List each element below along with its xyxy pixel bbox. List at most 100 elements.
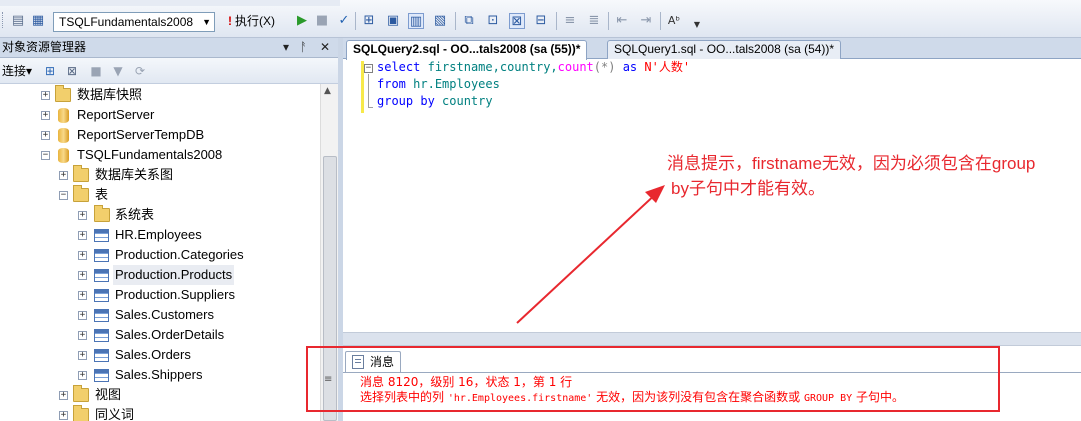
expand-icon[interactable]: +: [41, 111, 50, 120]
tree-node[interactable]: + Production.Products: [0, 265, 320, 285]
toolbar-overflow-icon[interactable]: ▼: [689, 17, 705, 33]
expand-icon[interactable]: +: [78, 271, 87, 280]
play-icon[interactable]: ▶: [294, 13, 310, 29]
execute-label: 执行(X): [235, 14, 275, 28]
tree-node[interactable]: + Production.Categories: [0, 245, 320, 265]
expand-icon[interactable]: +: [59, 411, 68, 420]
results-splitter[interactable]: [343, 332, 1081, 346]
tree-node[interactable]: + Production.Suppliers: [0, 285, 320, 305]
tree-node[interactable]: + 同义词: [0, 405, 320, 421]
tree-node-label: Sales.Orders: [115, 347, 191, 362]
database-icon: [58, 128, 69, 143]
scroll-up-icon[interactable]: ▲: [324, 86, 331, 96]
database-name: TSQLFundamentals2008: [59, 15, 194, 29]
object-explorer-tree: + 数据库快照 + ReportServer + ReportServerTempDB − T…: [0, 84, 320, 421]
expand-icon[interactable]: +: [78, 331, 87, 340]
refresh-icon[interactable]: ⟳: [132, 63, 148, 79]
table-icon: [94, 269, 109, 282]
collapse-icon[interactable]: −: [41, 151, 50, 160]
expand-icon[interactable]: +: [78, 251, 87, 260]
folder-icon: [94, 205, 110, 222]
expand-icon[interactable]: +: [78, 211, 87, 220]
stop-icon[interactable]: ■: [314, 13, 330, 29]
uncomment-icon[interactable]: ≣: [586, 13, 602, 29]
execute-button[interactable]: ! 执行(X): [228, 13, 275, 29]
window-position-icon[interactable]: ▾: [283, 38, 289, 57]
document-tabs: SQLQuery2.sql - OO...tals2008 (sa (55))*…: [343, 38, 1081, 60]
close-icon[interactable]: ✕: [320, 38, 330, 57]
connect-engine-icon[interactable]: ⊞: [42, 63, 58, 79]
disconnect-icon[interactable]: ⊠: [64, 63, 80, 79]
tree-node-label: Sales.OrderDetails: [115, 327, 225, 342]
database-icon: [58, 108, 69, 123]
tree-node[interactable]: + Sales.Orders: [0, 345, 320, 365]
available-databases-select[interactable]: TSQLFundamentals2008 ▼: [53, 12, 215, 32]
tree-node-label: HR.Employees: [115, 227, 202, 242]
query-options-icon[interactable]: ▤: [10, 13, 26, 29]
client-stats-icon[interactable]: ⊠: [509, 13, 525, 29]
filter-icon[interactable]: ▼: [110, 63, 126, 79]
display-plan-icon[interactable]: ⧉: [461, 13, 477, 29]
tree-node[interactable]: + 数据库快照: [0, 85, 320, 105]
table-icon: [94, 249, 109, 262]
tree-node[interactable]: − TSQLFundamentals2008: [0, 145, 320, 165]
tree-node-label: ReportServer: [77, 107, 155, 122]
tree-node-label: 数据库快照: [77, 87, 143, 102]
results-grid-icon[interactable]: ▥: [408, 13, 424, 29]
expand-icon[interactable]: +: [59, 391, 68, 400]
include-plan-icon[interactable]: ⊡: [485, 13, 501, 29]
tree-node-label: ReportServerTempDB: [77, 127, 205, 142]
connect-button[interactable]: 连接▾: [2, 63, 32, 79]
tree-node-label: 同义词: [95, 407, 135, 421]
stop-icon[interactable]: ■: [88, 63, 104, 79]
expand-icon[interactable]: +: [78, 291, 87, 300]
tree-node-label: 系统表: [115, 207, 155, 222]
expand-icon[interactable]: +: [78, 351, 87, 360]
sqlcmd-mode-icon[interactable]: ⊟: [533, 13, 549, 29]
tree-node[interactable]: + Sales.OrderDetails: [0, 325, 320, 345]
comment-icon[interactable]: ≡: [562, 13, 578, 29]
increase-indent-icon[interactable]: ⇥: [638, 13, 654, 29]
results-text-icon[interactable]: ▣: [385, 13, 401, 29]
tree-node[interactable]: + 系统表: [0, 205, 320, 225]
expand-icon[interactable]: +: [41, 131, 50, 140]
toolbar-separator: [355, 12, 356, 30]
expand-icon[interactable]: +: [78, 311, 87, 320]
tree-node[interactable]: + Sales.Shippers: [0, 365, 320, 385]
pin-icon[interactable]: ᚨ: [300, 38, 307, 57]
spellcheck-icon[interactable]: Aᵇ: [666, 13, 682, 29]
tab-label: SQLQuery2.sql - OO...tals2008 (sa (55))*: [353, 42, 581, 56]
tree-node[interactable]: + ReportServerTempDB: [0, 125, 320, 145]
annotation-text: 消息提示，firstname无效，因为必须包含在group by子句中才能有效。: [667, 151, 1081, 201]
toolbar-separator: [556, 12, 557, 30]
tree-node-label: 视图: [95, 387, 122, 402]
tab-sqlquery2[interactable]: SQLQuery2.sql - OO...tals2008 (sa (55))*: [346, 40, 588, 60]
expand-icon[interactable]: +: [59, 171, 68, 180]
expand-icon[interactable]: +: [41, 91, 50, 100]
tab-sqlquery1[interactable]: SQLQuery1.sql - OO...tals2008 (sa (54))*: [607, 40, 842, 59]
tree-node[interactable]: + Sales.Customers: [0, 305, 320, 325]
object-explorer-title: 对象资源管理器: [2, 40, 87, 54]
expand-icon[interactable]: +: [78, 231, 87, 240]
tree-node[interactable]: + 数据库关系图: [0, 165, 320, 185]
tree-node[interactable]: + 视图: [0, 385, 320, 405]
change-connection-icon[interactable]: ▦: [30, 13, 46, 29]
expand-icon[interactable]: +: [78, 371, 87, 380]
tree-node[interactable]: + ReportServer: [0, 105, 320, 125]
plan-icon[interactable]: ⊞: [361, 13, 377, 29]
decrease-indent-icon[interactable]: ⇤: [614, 13, 630, 29]
chevron-down-icon[interactable]: ▼: [202, 13, 211, 31]
tree-node-label: Production.Products: [113, 265, 235, 285]
tree-node[interactable]: + HR.Employees: [0, 225, 320, 245]
toolbar-grip[interactable]: [2, 12, 5, 28]
collapse-icon[interactable]: −: [59, 191, 68, 200]
parse-check-icon[interactable]: ✓: [336, 13, 352, 29]
annotation-highlight-box: [306, 346, 1000, 412]
annotation-line-2: by子句中才能有效。: [671, 179, 825, 198]
connect-label: 连接: [2, 64, 27, 78]
results-file-icon[interactable]: ▧: [432, 13, 448, 29]
tree-node[interactable]: − 表: [0, 185, 320, 205]
folder-icon: [73, 165, 89, 182]
object-explorer-title-bar: 对象资源管理器 ▾ ᚨ ✕: [0, 38, 338, 58]
query-editor[interactable]: − select firstname,country,count(*) as N…: [343, 59, 1081, 332]
